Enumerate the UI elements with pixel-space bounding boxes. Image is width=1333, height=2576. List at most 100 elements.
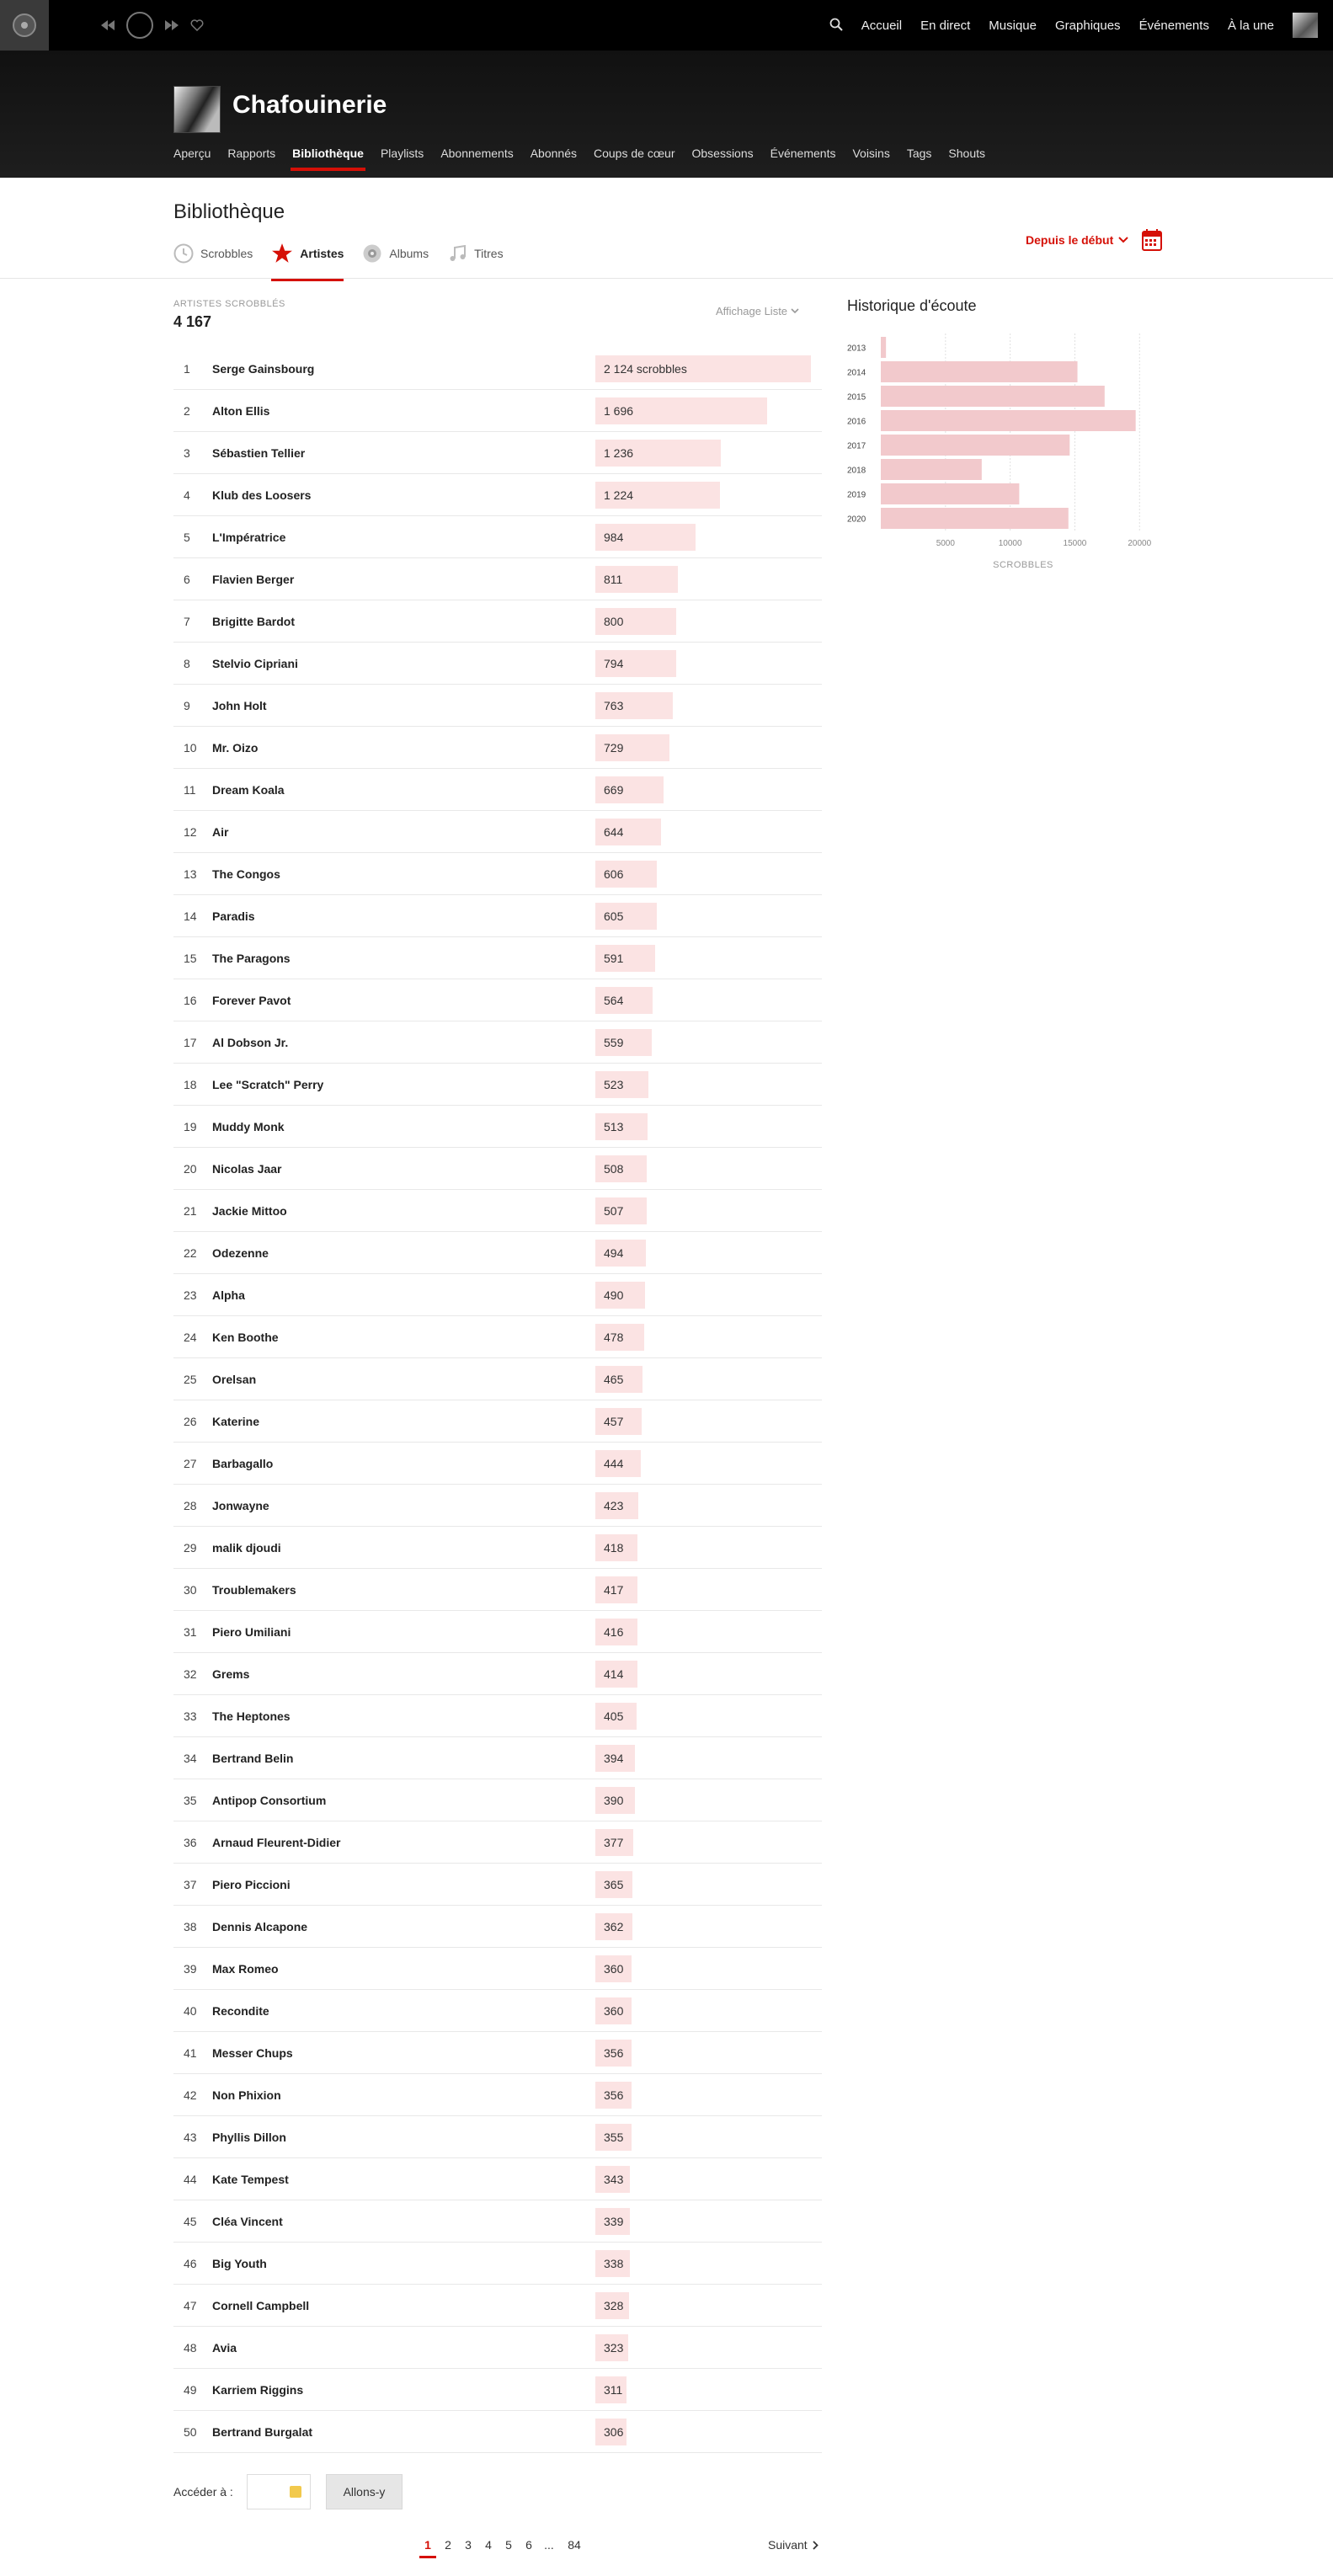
table-row[interactable]: 38 Dennis Alcapone 362 (173, 1906, 822, 1948)
page-link-6[interactable]: 6 (519, 2538, 539, 2558)
artist-name-link[interactable]: Bertrand Belin (212, 1737, 293, 1779)
chart-bar[interactable] (881, 483, 1020, 504)
user-avatar[interactable] (1293, 13, 1318, 38)
tab-bibliotheque[interactable]: Bibliothèque (291, 147, 365, 171)
table-row[interactable]: 33 The Heptones 405 (173, 1695, 822, 1737)
nav-accueil[interactable]: Accueil (861, 19, 902, 33)
heart-icon[interactable] (190, 19, 204, 31)
table-row[interactable]: 40 Recondite 360 (173, 1990, 822, 2032)
profile-name[interactable]: Chafouinerie (232, 91, 387, 120)
artist-name-link[interactable]: The Congos (212, 853, 280, 895)
next-track-icon[interactable] (165, 20, 179, 30)
artist-name-link[interactable]: Odezenne (212, 1232, 269, 1274)
tab-titres[interactable]: Titres (447, 243, 504, 274)
chart-bar[interactable] (881, 459, 982, 480)
table-row[interactable]: 27 Barbagallo 444 (173, 1443, 822, 1485)
chart-bar[interactable] (881, 386, 1105, 407)
table-row[interactable]: 3 Sébastien Tellier 1 236 (173, 432, 822, 474)
table-row[interactable]: 5 L'Impératrice 984 (173, 516, 822, 558)
artist-name-link[interactable]: John Holt (212, 685, 267, 727)
table-row[interactable]: 36 Arnaud Fleurent-Didier 377 (173, 1821, 822, 1864)
artist-name-link[interactable]: Dennis Alcapone (212, 1906, 307, 1948)
table-row[interactable]: 42 Non Phixion 356 (173, 2074, 822, 2116)
next-page-link[interactable]: Suivant (768, 2538, 818, 2552)
artist-name-link[interactable]: Jonwayne (212, 1485, 269, 1527)
artist-name-link[interactable]: Paradis (212, 895, 255, 937)
view-mode-dropdown[interactable]: Affichage Liste (716, 305, 799, 317)
tab-rapports[interactable]: Rapports (227, 147, 275, 170)
table-row[interactable]: 47 Cornell Campbell 328 (173, 2285, 822, 2327)
artist-name-link[interactable]: Antipop Consortium (212, 1779, 326, 1821)
artist-name-link[interactable]: Piero Umiliani (212, 1611, 291, 1653)
artist-name-link[interactable]: Klub des Loosers (212, 474, 311, 516)
table-row[interactable]: 34 Bertrand Belin 394 (173, 1737, 822, 1779)
artist-name-link[interactable]: Nicolas Jaar (212, 1148, 282, 1190)
previous-icon[interactable] (101, 20, 115, 30)
artist-name-link[interactable]: malik djoudi (212, 1527, 281, 1569)
chart-bar[interactable] (881, 508, 1069, 529)
calendar-icon[interactable] (1142, 229, 1163, 251)
nav-en-direct[interactable]: En direct (920, 19, 970, 33)
table-row[interactable]: 8 Stelvio Cipriani 794 (173, 643, 822, 685)
period-selector[interactable]: Depuis le début (1026, 229, 1163, 251)
artist-name-link[interactable]: The Paragons (212, 937, 291, 979)
artist-name-link[interactable]: Mr. Oizo (212, 727, 258, 769)
profile-avatar[interactable] (173, 86, 221, 133)
nav-a-la-une[interactable]: À la une (1228, 19, 1274, 33)
nav-musique[interactable]: Musique (989, 19, 1037, 33)
logo[interactable] (0, 0, 49, 51)
artist-name-link[interactable]: Dream Koala (212, 769, 285, 811)
artist-name-link[interactable]: L'Impératrice (212, 516, 285, 558)
table-row[interactable]: 45 Cléa Vincent 339 (173, 2200, 822, 2243)
table-row[interactable]: 4 Klub des Loosers 1 224 (173, 474, 822, 516)
nav-evenements[interactable]: Événements (1139, 19, 1209, 33)
table-row[interactable]: 12 Air 644 (173, 811, 822, 853)
page-number-input[interactable] (247, 2474, 311, 2509)
artist-name-link[interactable]: Orelsan (212, 1358, 256, 1400)
artist-name-link[interactable]: Non Phixion (212, 2074, 281, 2116)
table-row[interactable]: 24 Ken Boothe 478 (173, 1316, 822, 1358)
artist-name-link[interactable]: Flavien Berger (212, 558, 294, 600)
table-row[interactable]: 44 Kate Tempest 343 (173, 2158, 822, 2200)
table-row[interactable]: 19 Muddy Monk 513 (173, 1106, 822, 1148)
chart-bar[interactable] (881, 435, 1070, 456)
table-row[interactable]: 28 Jonwayne 423 (173, 1485, 822, 1527)
page-link-4[interactable]: 4 (478, 2538, 499, 2558)
artist-name-link[interactable]: Barbagallo (212, 1443, 273, 1485)
artist-name-link[interactable]: Cléa Vincent (212, 2200, 283, 2243)
table-row[interactable]: 50 Bertrand Burgalat 306 (173, 2411, 822, 2453)
artist-name-link[interactable]: Muddy Monk (212, 1106, 285, 1148)
table-row[interactable]: 22 Odezenne 494 (173, 1232, 822, 1274)
artist-name-link[interactable]: Ken Boothe (212, 1316, 279, 1358)
tab-voisins[interactable]: Voisins (852, 147, 889, 170)
table-row[interactable]: 23 Alpha 490 (173, 1274, 822, 1316)
table-row[interactable]: 18 Lee "Scratch" Perry 523 (173, 1064, 822, 1106)
chart-bar[interactable] (881, 337, 887, 358)
tab-evenements[interactable]: Événements (770, 147, 836, 170)
artist-name-link[interactable]: Air (212, 811, 228, 853)
table-row[interactable]: 29 malik djoudi 418 (173, 1527, 822, 1569)
table-row[interactable]: 21 Jackie Mittoo 507 (173, 1190, 822, 1232)
tab-albums[interactable]: Albums (362, 243, 429, 274)
table-row[interactable]: 14 Paradis 605 (173, 895, 822, 937)
table-row[interactable]: 2 Alton Ellis 1 696 (173, 390, 822, 432)
page-link-2[interactable]: 2 (438, 2538, 458, 2558)
table-row[interactable]: 30 Troublemakers 417 (173, 1569, 822, 1611)
page-link-1[interactable]: 1 (418, 2538, 438, 2558)
artist-name-link[interactable]: Serge Gainsbourg (212, 348, 314, 390)
table-row[interactable]: 9 John Holt 763 (173, 685, 822, 727)
search-icon[interactable] (829, 18, 843, 34)
nav-graphiques[interactable]: Graphiques (1055, 19, 1121, 33)
table-row[interactable]: 7 Brigitte Bardot 800 (173, 600, 822, 643)
artist-name-link[interactable]: Avia (212, 2327, 237, 2369)
table-row[interactable]: 26 Katerine 457 (173, 1400, 822, 1443)
tab-coups-de-coeur[interactable]: Coups de cœur (594, 147, 674, 170)
artist-name-link[interactable]: Grems (212, 1653, 249, 1695)
artist-name-link[interactable]: Lee "Scratch" Perry (212, 1064, 323, 1106)
artist-name-link[interactable]: Piero Piccioni (212, 1864, 291, 1906)
artist-name-link[interactable]: Katerine (212, 1400, 259, 1443)
artist-name-link[interactable]: Messer Chups (212, 2032, 293, 2074)
table-row[interactable]: 32 Grems 414 (173, 1653, 822, 1695)
table-row[interactable]: 49 Karriem Riggins 311 (173, 2369, 822, 2411)
artist-name-link[interactable]: Karriem Riggins (212, 2369, 303, 2411)
